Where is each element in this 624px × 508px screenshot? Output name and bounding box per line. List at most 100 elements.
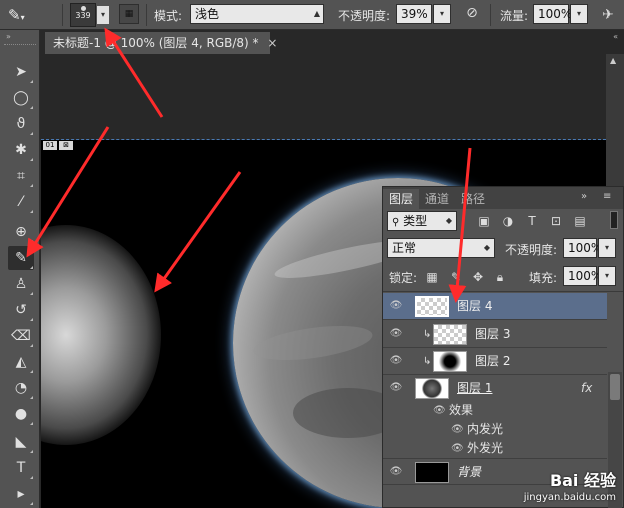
filter-shape-icon[interactable]: ⊡ [549, 214, 563, 228]
type-tool-icon[interactable]: T [8, 456, 34, 480]
fill-input[interactable]: 100% [563, 266, 602, 286]
layer-row-4[interactable]: 👁︎ 图层 4 [383, 293, 607, 320]
layer-row-3[interactable]: 👁︎ ↳ 图层 3 [383, 321, 607, 348]
document-tab-title: 未标题-1 @ 100% (图层 4, RGB/8) * [53, 36, 259, 50]
filter-smart-icon[interactable]: ▤ [573, 214, 587, 228]
tabbar-collapse-icon[interactable]: « [613, 32, 618, 41]
chevron-updown-icon: ◆ [445, 216, 452, 225]
layer-row-1[interactable]: 👁︎ 图层 1 fx [383, 375, 607, 402]
eye-icon[interactable]: 👁︎ [451, 420, 464, 439]
options-bar: ✎▾ 339 ▾ ▦ 模式: 浅色 ▲ 不透明度: 39% ▾ ⊘ 流量: 10… [0, 0, 624, 30]
lock-transparent-icon[interactable]: ▦ [425, 270, 439, 284]
fx-badge[interactable]: fx [581, 381, 592, 395]
layer-name: 图层 4 [457, 299, 493, 313]
canvas-tag-number: 01 [43, 141, 57, 150]
mode-label: 模式: [154, 9, 183, 23]
separator [62, 4, 63, 26]
brush-tool-preset-icon[interactable]: ✎▾ [8, 5, 42, 25]
layer-opacity-dropdown[interactable]: ▾ [598, 238, 616, 258]
divider [383, 291, 623, 292]
layer-name: 图层 1 [457, 381, 493, 395]
mode-select[interactable]: 浅色 ▲ [190, 4, 324, 24]
layer-name: 背景 [457, 465, 482, 479]
mode-value: 浅色 [195, 7, 220, 21]
opacity-value: 39% [401, 7, 428, 21]
path-selection-tool-icon[interactable]: ▸ [8, 482, 34, 506]
tab-paths[interactable]: 路径 [455, 189, 491, 209]
eye-icon[interactable]: 👁︎ [389, 327, 403, 341]
opacity-dropdown[interactable]: ▾ [433, 4, 451, 24]
dodge-tool-icon[interactable]: ● [8, 402, 34, 426]
filter-kind-value: 类型 [403, 214, 428, 228]
eraser-tool-icon[interactable]: ⌫ [8, 324, 34, 348]
layer-name: 图层 3 [475, 327, 511, 341]
history-brush-tool-icon[interactable]: ↺ [8, 298, 34, 322]
lasso-tool-icon[interactable]: ϑ [8, 112, 34, 136]
eye-icon[interactable]: 👁︎ [389, 354, 403, 368]
filter-kind-select[interactable]: ⚲ 类型 ◆ [387, 211, 457, 231]
flow-input[interactable]: 100% [533, 4, 573, 24]
pressure-opacity-icon[interactable]: ⊘ [462, 4, 482, 24]
search-icon: ⚲ [392, 217, 400, 228]
lock-position-icon[interactable]: ✥ [471, 270, 485, 284]
eye-icon[interactable]: 👁︎ [389, 299, 403, 313]
clipping-mask-icon: ↳ [423, 356, 432, 367]
document-tab[interactable]: 未标题-1 @ 100% (图层 4, RGB/8) * × [45, 32, 277, 54]
effects-row[interactable]: 👁︎ 效果 [383, 401, 607, 420]
flow-value: 100% [538, 7, 573, 21]
lock-all-icon[interactable]: 🔒︎ [493, 270, 507, 284]
filter-adjust-icon[interactable]: ◑ [501, 214, 515, 228]
marquee-tool-icon[interactable]: ◯ [8, 86, 34, 110]
paint-bucket-tool-icon[interactable]: ◭ [8, 350, 34, 374]
brush-panel-toggle-icon[interactable]: ▦ [119, 4, 139, 24]
layer-thumbnail [415, 462, 449, 483]
layer-opacity-label: 不透明度: [505, 243, 558, 257]
flow-label: 流量: [500, 9, 529, 23]
flow-dropdown[interactable]: ▾ [570, 4, 588, 24]
crop-tool-icon[interactable]: ⌗ [8, 164, 34, 188]
move-tool-icon[interactable]: ➤ [8, 60, 34, 84]
brush-tool-icon[interactable]: ✎ [8, 246, 34, 270]
layer-opacity-input[interactable]: 100% [563, 238, 602, 258]
eye-icon[interactable]: 👁︎ [389, 381, 403, 395]
healing-brush-tool-icon[interactable]: ⊕ [8, 220, 34, 244]
blend-mode-select[interactable]: 正常 ◆ [387, 238, 495, 258]
effect-outer-glow-row[interactable]: 👁︎ 外发光 [383, 439, 607, 458]
eyedropper-tool-icon[interactable]: ⁄ [8, 190, 34, 214]
eye-icon[interactable]: 👁︎ [451, 439, 464, 458]
effect-inner-glow-row[interactable]: 👁︎ 内发光 [383, 420, 607, 439]
filter-toggle[interactable] [610, 211, 618, 229]
layer-row-2[interactable]: 👁︎ ↳ 图层 2 [383, 348, 607, 375]
eye-icon[interactable]: 👁︎ [433, 401, 446, 420]
scroll-up-icon[interactable]: ▲ [610, 56, 616, 65]
opacity-input[interactable]: 39% [396, 4, 432, 24]
blur-tool-icon[interactable]: ◔ [8, 376, 34, 400]
tab-layers[interactable]: 图层 [383, 189, 420, 209]
collapse-icon[interactable]: » [581, 191, 587, 202]
effect-inner-glow-label: 内发光 [467, 422, 504, 436]
clone-stamp-tool-icon[interactable]: ♙ [8, 272, 34, 296]
pen-tool-icon[interactable]: ◣ [8, 430, 34, 454]
opacity-label: 不透明度: [338, 9, 391, 23]
tab-channels[interactable]: 通道 [419, 189, 455, 209]
scrollbar-thumb[interactable] [610, 374, 620, 400]
filter-type-icon[interactable]: T [525, 214, 539, 228]
fill-dropdown[interactable]: ▾ [598, 266, 616, 286]
watermark-brand: Bai 经验 [549, 471, 616, 490]
eye-icon[interactable]: 👁︎ [389, 465, 403, 479]
panel-collapse-icon[interactable]: » [6, 32, 11, 41]
chevron-updown-icon: ▲ [313, 9, 320, 18]
close-icon[interactable]: × [267, 36, 277, 50]
lock-pixels-icon[interactable]: ✎ [449, 270, 463, 284]
separator [146, 4, 147, 26]
panel-grip[interactable] [4, 44, 36, 47]
brush-size-dropdown[interactable]: ▾ [97, 6, 109, 24]
magic-wand-tool-icon[interactable]: ✱ [8, 138, 34, 162]
brush-size-picker[interactable]: 339 [70, 3, 96, 27]
chevron-updown-icon: ◆ [483, 243, 490, 252]
filter-pixel-icon[interactable]: ▣ [477, 214, 491, 228]
tools-panel: » ➤ ◯ ϑ ✱ ⌗ ⁄ ⊕ ✎ ♙ ↺ ⌫ ◭ ◔ ● ◣ T ▸ [0, 30, 40, 508]
layer-thumbnail [433, 351, 467, 372]
airbrush-icon[interactable]: ✈ [598, 5, 618, 25]
panel-menu-icon[interactable]: ≡ [603, 191, 611, 202]
